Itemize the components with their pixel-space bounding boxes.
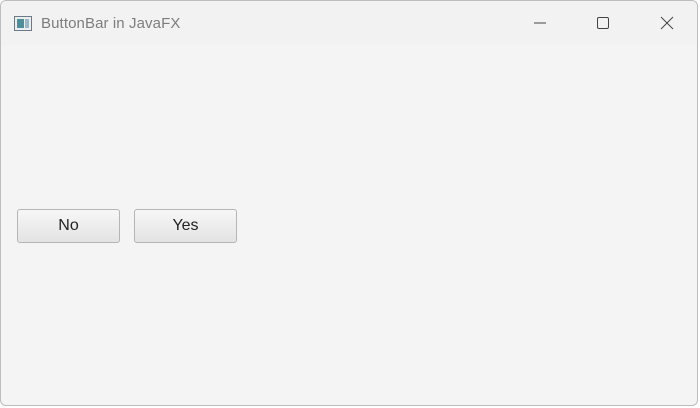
maximize-button[interactable]: [580, 1, 626, 45]
maximize-icon: [597, 17, 609, 29]
app-window: ButtonBar in JavaFX No Yes: [0, 0, 698, 406]
minimize-button[interactable]: [517, 1, 563, 45]
no-button[interactable]: No: [17, 209, 120, 243]
window-title: ButtonBar in JavaFX: [41, 15, 181, 32]
window-content: No Yes: [1, 45, 697, 405]
close-icon: [660, 16, 674, 30]
javafx-window-icon: [14, 16, 32, 31]
minimize-icon: [534, 22, 546, 24]
close-button[interactable]: [644, 1, 690, 45]
title-bar[interactable]: ButtonBar in JavaFX: [1, 1, 697, 45]
yes-button[interactable]: Yes: [134, 209, 237, 243]
